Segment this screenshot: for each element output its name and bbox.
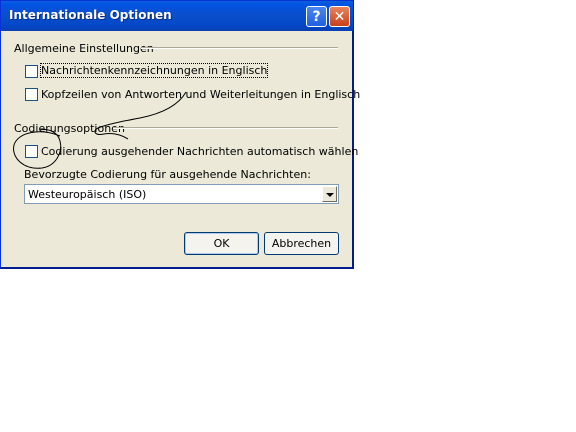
close-button[interactable]: ✕ bbox=[329, 6, 350, 27]
window-title: Internationale Optionen bbox=[9, 8, 172, 22]
international-options-dialog: Internationale Optionen ? ✕ Allgemeine E… bbox=[0, 0, 360, 269]
english-headers-label[interactable]: Kopfzeilen von Antworten und Weiterleitu… bbox=[41, 88, 360, 101]
close-icon: ✕ bbox=[333, 8, 346, 25]
general-settings-heading: Allgemeine Einstellungen bbox=[14, 42, 154, 55]
auto-encoding-checkbox[interactable] bbox=[25, 145, 38, 158]
general-settings-divider bbox=[141, 47, 338, 49]
ok-button[interactable]: OK bbox=[184, 232, 259, 255]
encoding-options-divider bbox=[113, 127, 338, 129]
english-headers-checkbox[interactable] bbox=[25, 88, 38, 101]
chevron-down-icon[interactable] bbox=[322, 186, 337, 202]
preferred-encoding-label: Bevorzugte Codierung für ausgehende Nach… bbox=[24, 168, 311, 181]
english-flags-checkbox[interactable] bbox=[25, 65, 38, 78]
preferred-encoding-select[interactable]: Westeuropäisch (ISO) bbox=[24, 184, 339, 204]
title-bar[interactable]: Internationale Optionen ? ✕ bbox=[1, 1, 353, 31]
help-button[interactable]: ? bbox=[306, 6, 327, 27]
encoding-options-heading: Codierungsoptionen bbox=[14, 122, 125, 135]
help-icon: ? bbox=[312, 8, 321, 25]
preferred-encoding-value: Westeuropäisch (ISO) bbox=[28, 188, 147, 201]
cancel-button[interactable]: Abbrechen bbox=[264, 232, 339, 255]
english-flags-label[interactable]: Nachrichtenkennzeichnungen in Englisch bbox=[39, 63, 269, 78]
auto-encoding-label[interactable]: Codierung ausgehender Nachrichten automa… bbox=[41, 145, 358, 158]
